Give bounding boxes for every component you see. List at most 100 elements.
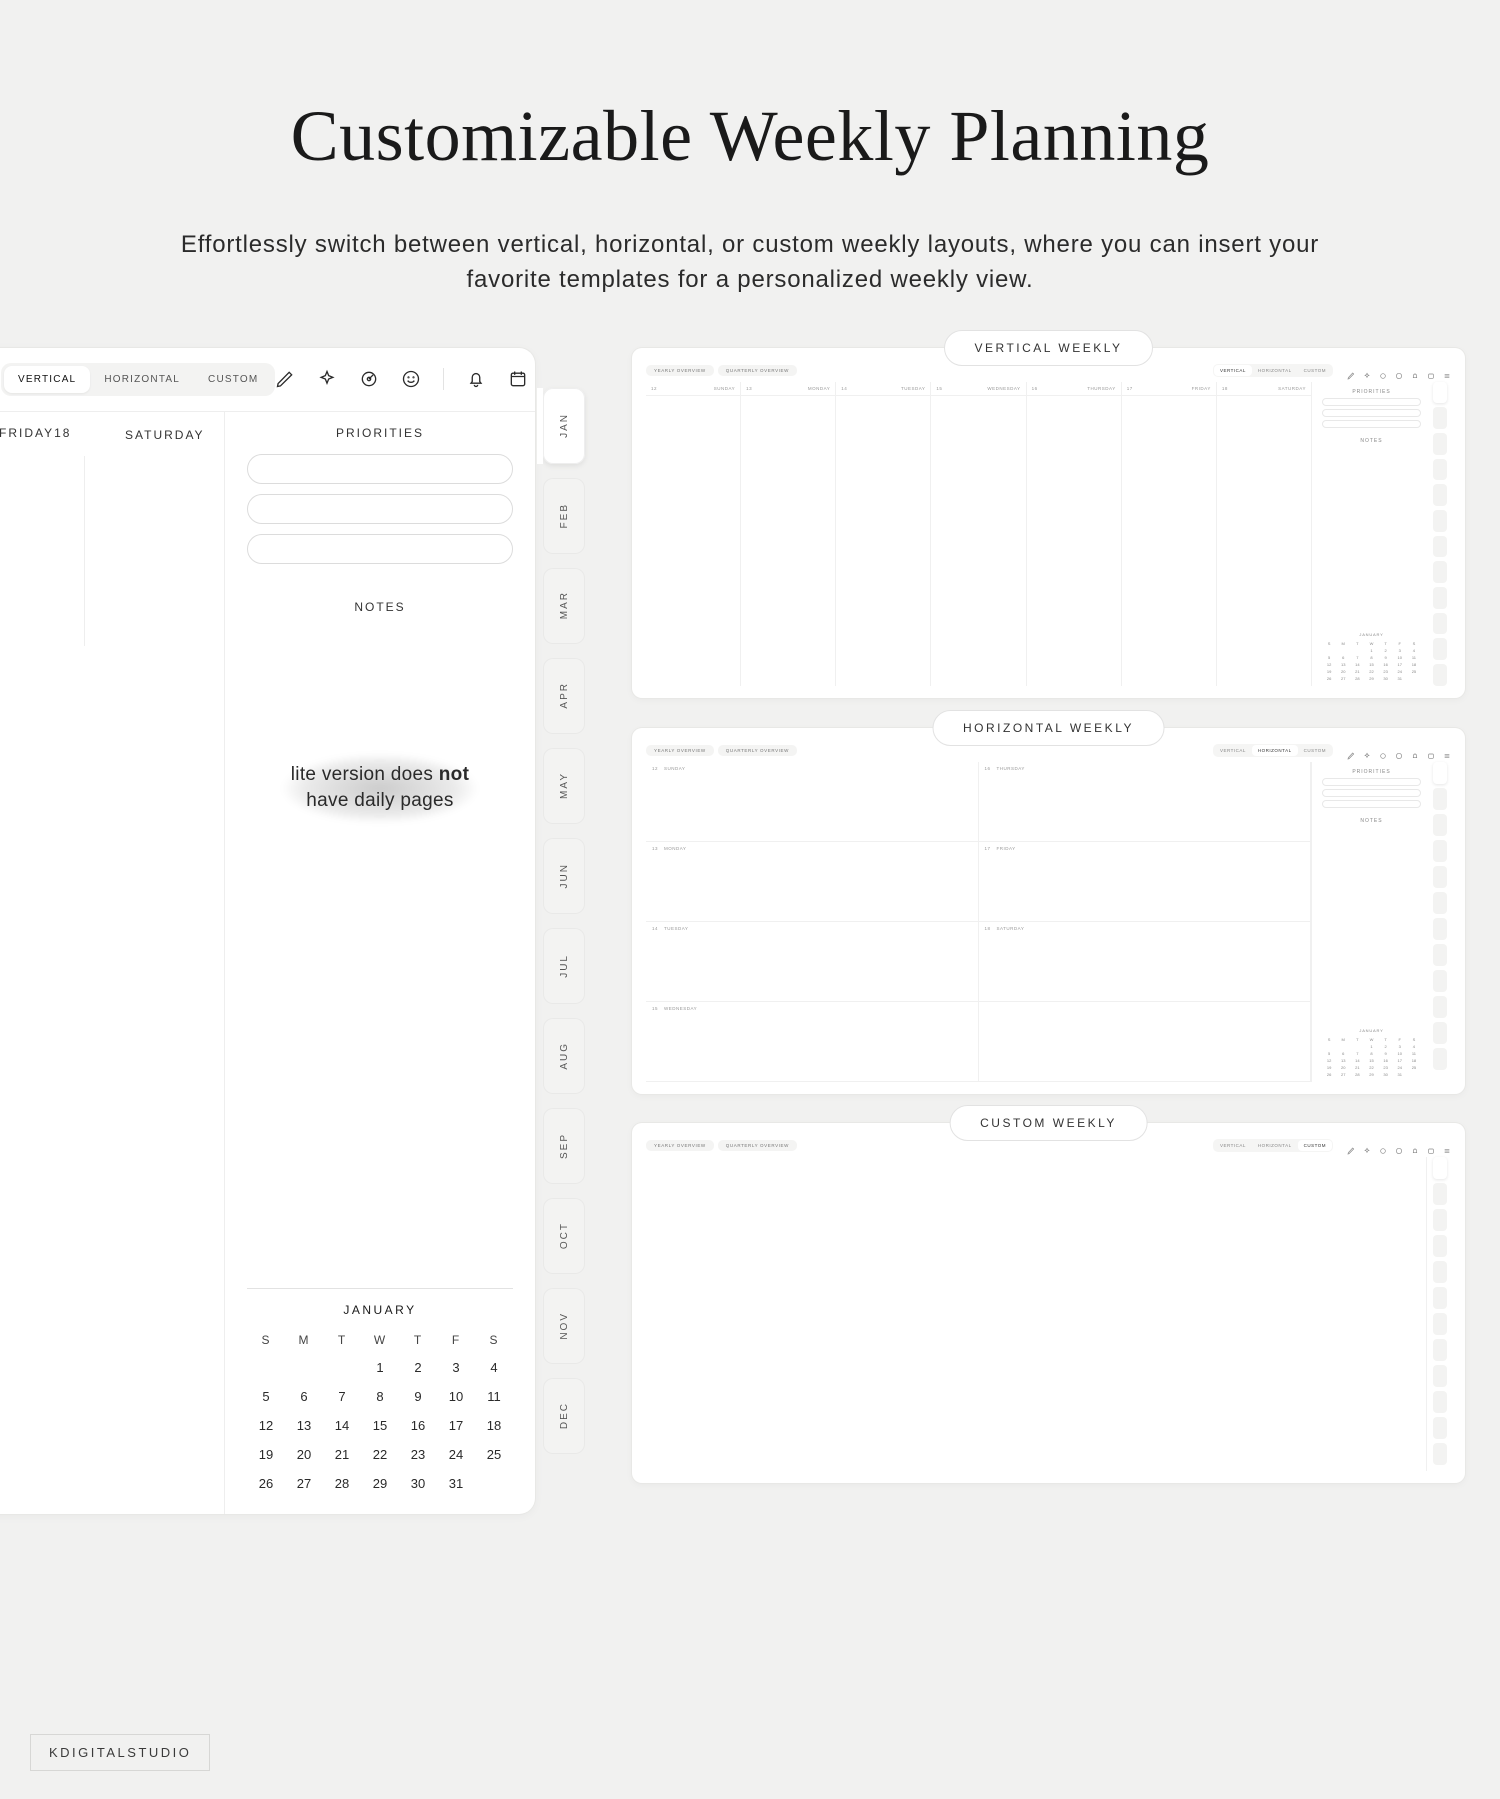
calendar-icon[interactable] — [1427, 1142, 1435, 1150]
menu-icon[interactable] — [1443, 747, 1451, 755]
vw-day-saturday[interactable]: 18SATURDAY — [1217, 382, 1311, 686]
thumb-tab-vertical[interactable]: VERTICAL — [1214, 365, 1252, 376]
thumb-month-tab[interactable] — [1433, 1391, 1447, 1413]
pencil-icon[interactable] — [1347, 1142, 1355, 1150]
hw-day-sunday[interactable]: 12SUNDAY — [646, 762, 979, 842]
target-icon[interactable] — [1379, 1142, 1387, 1150]
mini-cal-day[interactable]: 18 — [475, 1411, 513, 1440]
bell-icon[interactable] — [1411, 1142, 1419, 1150]
sparkle-icon[interactable] — [1363, 1142, 1371, 1150]
mini-cal-day[interactable]: 29 — [361, 1469, 399, 1498]
mini-cal-day[interactable]: 24 — [437, 1440, 475, 1469]
thumb-tab-horizontal[interactable]: HORIZONTAL — [1252, 1140, 1298, 1151]
month-tab-may[interactable]: MAY — [543, 748, 585, 824]
mini-cal-day[interactable]: 7 — [323, 1382, 361, 1411]
thumb-month-tab[interactable] — [1433, 1157, 1447, 1179]
thumb-month-tab[interactable] — [1433, 459, 1447, 481]
menu-icon[interactable] — [1443, 1142, 1451, 1150]
thumb-month-tab[interactable] — [1433, 407, 1447, 429]
thumb-month-tab[interactable] — [1433, 1287, 1447, 1309]
crumb-quarterly[interactable]: QUARTERLY OVERVIEW — [718, 745, 797, 756]
bell-icon[interactable] — [1411, 747, 1419, 755]
month-tab-jan[interactable]: JAN — [543, 388, 585, 464]
mini-cal-day[interactable]: 8 — [361, 1382, 399, 1411]
tab-vertical[interactable]: VERTICAL — [4, 366, 90, 393]
pencil-icon[interactable] — [275, 369, 295, 389]
mini-cal-day[interactable]: 4 — [475, 1353, 513, 1382]
calendar-icon[interactable] — [1427, 367, 1435, 375]
thumb-priority-1[interactable] — [1322, 778, 1421, 786]
thumb-month-tab[interactable] — [1433, 613, 1447, 635]
thumb-month-tab[interactable] — [1433, 892, 1447, 914]
month-tab-jul[interactable]: JUL — [543, 928, 585, 1004]
crumb-quarterly[interactable]: QUARTERLY OVERVIEW — [718, 1140, 797, 1151]
thumb-month-tab[interactable] — [1433, 866, 1447, 888]
thumb-priority-2[interactable] — [1322, 789, 1421, 797]
mini-cal-day[interactable]: 16 — [399, 1411, 437, 1440]
crumb-quarterly[interactable]: QUARTERLY OVERVIEW — [718, 365, 797, 376]
thumb-month-tab[interactable] — [1433, 536, 1447, 558]
mini-cal-day[interactable]: 19 — [247, 1440, 285, 1469]
thumb-month-tab[interactable] — [1433, 1235, 1447, 1257]
priority-input-1[interactable] — [247, 454, 513, 484]
thumb-month-tab[interactable] — [1433, 1313, 1447, 1335]
thumb-month-tab[interactable] — [1433, 1417, 1447, 1439]
thumb-month-tab[interactable] — [1433, 970, 1447, 992]
hw-day-monday[interactable]: 13MONDAY — [646, 842, 979, 922]
vw-day-thursday[interactable]: 16THURSDAY — [1027, 382, 1122, 686]
mini-cal-day[interactable]: 22 — [361, 1440, 399, 1469]
thumb-month-tab[interactable] — [1433, 814, 1447, 836]
sparkle-icon[interactable] — [1363, 367, 1371, 375]
crumb-yearly[interactable]: YEARLY OVERVIEW — [646, 1140, 714, 1151]
thumb-month-tab[interactable] — [1433, 762, 1447, 784]
hw-day-saturday[interactable]: 18SATURDAY — [979, 922, 1312, 1002]
tab-horizontal[interactable]: HORIZONTAL — [90, 366, 194, 393]
thumb-tab-custom[interactable]: CUSTOM — [1298, 365, 1332, 376]
custom-empty-area[interactable] — [646, 1157, 1426, 1471]
thumb-tab-custom[interactable]: CUSTOM — [1298, 745, 1332, 756]
month-tab-apr[interactable]: APR — [543, 658, 585, 734]
month-tab-oct[interactable]: OCT — [543, 1198, 585, 1274]
mini-cal-day[interactable]: 1 — [361, 1353, 399, 1382]
month-tab-sep[interactable]: SEP — [543, 1108, 585, 1184]
mini-cal-day[interactable]: 6 — [285, 1382, 323, 1411]
mini-cal-day[interactable]: 9 — [399, 1382, 437, 1411]
saturday-cell[interactable] — [85, 456, 224, 646]
bell-icon[interactable] — [466, 369, 486, 389]
thumb-priority-3[interactable] — [1322, 420, 1421, 428]
vw-day-sunday[interactable]: 12SUNDAY — [646, 382, 741, 686]
thumb-month-tab[interactable] — [1433, 587, 1447, 609]
thumb-month-tab[interactable] — [1433, 996, 1447, 1018]
hw-day-tuesday[interactable]: 14TUESDAY — [646, 922, 979, 1002]
month-tab-feb[interactable]: FEB — [543, 478, 585, 554]
month-tab-aug[interactable]: AUG — [543, 1018, 585, 1094]
mini-cal-day[interactable]: 28 — [323, 1469, 361, 1498]
mini-cal-day[interactable]: 20 — [285, 1440, 323, 1469]
vw-day-friday[interactable]: 17FRIDAY — [1122, 382, 1217, 686]
calendar-icon[interactable] — [508, 369, 528, 389]
mini-cal-day[interactable]: 11 — [475, 1382, 513, 1411]
menu-icon[interactable] — [1443, 367, 1451, 375]
mini-cal-day[interactable]: 26 — [247, 1469, 285, 1498]
mini-cal-day[interactable]: 12 — [247, 1411, 285, 1440]
mini-cal-day[interactable]: 21 — [323, 1440, 361, 1469]
thumb-month-tab[interactable] — [1433, 484, 1447, 506]
thumb-priority-1[interactable] — [1322, 398, 1421, 406]
thumb-month-tab[interactable] — [1433, 944, 1447, 966]
thumb-month-tab[interactable] — [1433, 1261, 1447, 1283]
thumb-month-tab[interactable] — [1433, 788, 1447, 810]
priority-input-2[interactable] — [247, 494, 513, 524]
sparkle-icon[interactable] — [317, 369, 337, 389]
month-tab-nov[interactable]: NOV — [543, 1288, 585, 1364]
mini-cal-day[interactable]: 2 — [399, 1353, 437, 1382]
mini-cal-day[interactable]: 30 — [399, 1469, 437, 1498]
month-tab-dec[interactable]: DEC — [543, 1378, 585, 1454]
mini-cal-day[interactable]: 10 — [437, 1382, 475, 1411]
target-icon[interactable] — [1379, 367, 1387, 375]
thumb-tab-custom[interactable]: CUSTOM — [1298, 1140, 1332, 1151]
crumb-yearly[interactable]: YEARLY OVERVIEW — [646, 365, 714, 376]
mini-cal-day[interactable]: 15 — [361, 1411, 399, 1440]
thumb-priority-3[interactable] — [1322, 800, 1421, 808]
thumb-month-tab[interactable] — [1433, 1209, 1447, 1231]
month-tab-jun[interactable]: JUN — [543, 838, 585, 914]
